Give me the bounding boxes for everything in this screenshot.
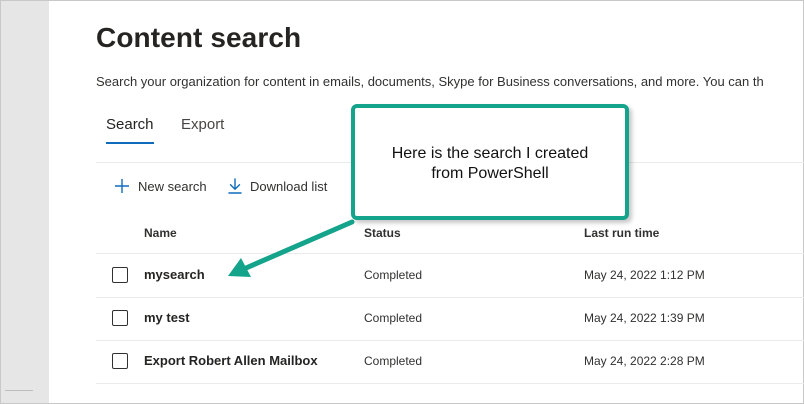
callout-text: Here is the search I created from PowerS… xyxy=(355,144,625,184)
tab-export[interactable]: Export xyxy=(181,116,224,133)
plus-icon xyxy=(115,179,129,193)
search-name[interactable]: mysearch xyxy=(144,267,205,282)
callout-line-1: Here is the search I created xyxy=(391,145,589,162)
new-search-label: New search xyxy=(138,178,207,194)
search-name[interactable]: Export Robert Allen Mailbox xyxy=(144,353,318,368)
search-name[interactable]: my test xyxy=(144,310,190,325)
left-nav-rail xyxy=(1,1,49,403)
search-status: Completed xyxy=(364,268,423,282)
page-description: Search your organization for content in … xyxy=(96,74,764,89)
annotation-callout: Here is the search I created from PowerS… xyxy=(351,104,629,220)
nav-divider xyxy=(5,390,33,391)
new-search-button[interactable]: New search xyxy=(113,176,207,196)
search-status: Completed xyxy=(364,311,423,325)
search-last-run-time: May 24, 2022 1:39 PM xyxy=(584,311,705,325)
table-row[interactable]: Export Robert Allen Mailbox Completed Ma… xyxy=(96,340,804,384)
selected-tab-indicator xyxy=(106,142,154,144)
column-header-status[interactable]: Status xyxy=(364,226,401,240)
table-row[interactable]: my test Completed May 24, 2022 1:39 PM xyxy=(96,297,804,341)
column-header-last-run-time[interactable]: Last run time xyxy=(584,226,659,240)
page-title: Content search xyxy=(96,22,302,53)
download-list-button[interactable]: Download list xyxy=(227,176,327,196)
row-checkbox[interactable] xyxy=(112,353,128,369)
download-list-label: Download list xyxy=(250,178,328,194)
search-last-run-time: May 24, 2022 2:28 PM xyxy=(584,354,705,368)
row-checkbox[interactable] xyxy=(112,267,128,283)
row-checkbox[interactable] xyxy=(112,310,128,326)
search-status: Completed xyxy=(364,354,423,368)
download-icon xyxy=(228,178,242,194)
search-last-run-time: May 24, 2022 1:12 PM xyxy=(584,268,705,282)
column-header-name[interactable]: Name xyxy=(144,226,177,240)
table-row[interactable]: mysearch Completed May 24, 2022 1:12 PM xyxy=(96,254,804,298)
tab-search[interactable]: Search xyxy=(106,116,154,133)
callout-line-2: from PowerShell xyxy=(431,165,549,182)
